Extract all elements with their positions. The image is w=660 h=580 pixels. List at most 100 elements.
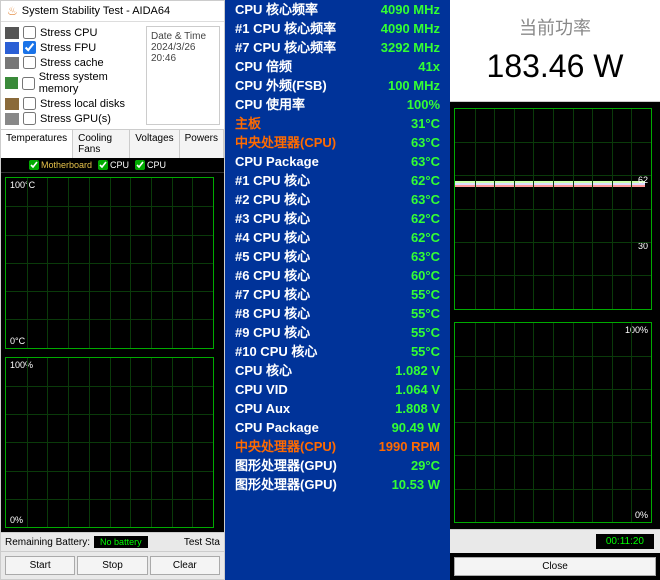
legend-cpu-2[interactable]: CPU [135, 160, 166, 170]
sensor-row: CPU 核心频率 4090 MHz [225, 0, 450, 19]
sensor-value: 63°C [411, 134, 440, 151]
stress-label: Stress cache [40, 57, 104, 69]
sensor-label: CPU 核心 [235, 362, 292, 379]
sensor-value: 55°C [411, 305, 440, 322]
legend-cpu[interactable]: CPU [98, 160, 129, 170]
sensor-row: 图形处理器(GPU) 10.53 W [225, 475, 450, 494]
sensor-label: #7 CPU 核心频率 [235, 39, 336, 56]
tab-temperatures[interactable]: Temperatures [1, 130, 73, 158]
sensor-row: CPU Package 90.49 W [225, 418, 450, 437]
stress-label: Stress system memory [39, 71, 140, 95]
sensor-label: #2 CPU 核心 [235, 191, 310, 208]
sensor-row: #7 CPU 核心 55°C [225, 285, 450, 304]
right-panel: 当前功率 183.46 W 62 30 100% 0% 00:11:20 Clo… [450, 0, 660, 580]
stress-checkbox[interactable] [23, 97, 36, 110]
sensor-label: 中央处理器(CPU) [235, 134, 336, 151]
sensor-label: #5 CPU 核心 [235, 248, 310, 265]
sensor-row: 中央处理器(CPU) 63°C [225, 133, 450, 152]
stress-option[interactable]: Stress FPU [5, 41, 140, 54]
sensor-value: 41x [418, 58, 440, 75]
sensor-row: CPU 外频(FSB) 100 MHz [225, 76, 450, 95]
clear-button[interactable]: Clear [150, 556, 220, 575]
sensor-row: #2 CPU 核心 63°C [225, 190, 450, 209]
sensor-value: 60°C [411, 267, 440, 284]
sensor-value: 62°C [411, 210, 440, 227]
close-button[interactable]: Close [454, 557, 656, 576]
sensor-label: 图形处理器(GPU) [235, 457, 337, 474]
sensor-value: 90.49 W [392, 419, 440, 436]
tab-powers[interactable]: Powers [180, 130, 224, 158]
sensor-row: #1 CPU 核心 62°C [225, 171, 450, 190]
sensor-row: #8 CPU 核心 55°C [225, 304, 450, 323]
sensor-value: 1.064 V [395, 381, 440, 398]
stress-icon [5, 27, 19, 39]
datetime-value: 2024/3/26 20:46 [151, 42, 215, 64]
stress-icon [5, 113, 19, 125]
y-top: 100% [10, 360, 33, 370]
sensor-row: 主板 31°C [225, 114, 450, 133]
sensor-label: #8 CPU 核心 [235, 305, 310, 322]
stress-option[interactable]: Stress local disks [5, 97, 140, 110]
stress-option[interactable]: Stress GPU(s) [5, 112, 140, 125]
marker-100: 100% [625, 325, 648, 335]
sensor-label: CPU Package [235, 153, 319, 170]
stop-button[interactable]: Stop [77, 556, 147, 575]
sensor-label: #9 CPU 核心 [235, 324, 310, 341]
battery-value: No battery [94, 536, 148, 548]
stress-checkbox[interactable] [23, 26, 36, 39]
power-label: 当前功率 [450, 14, 660, 40]
stress-checkbox[interactable] [23, 56, 36, 69]
sensor-label: #1 CPU 核心 [235, 172, 310, 189]
start-button[interactable]: Start [5, 556, 75, 575]
stress-checkbox[interactable] [23, 112, 36, 125]
tab-bar: Temperatures Cooling Fans Voltages Power… [1, 129, 224, 158]
stress-icon [5, 42, 19, 54]
sensor-label: CPU Aux [235, 400, 290, 417]
stress-checkbox[interactable] [22, 77, 35, 90]
power-value: 183.46 W [450, 48, 660, 85]
legend-motherboard[interactable]: Motherboard [29, 160, 92, 170]
sensor-label: CPU Package [235, 419, 319, 436]
sensor-value: 100 MHz [388, 77, 440, 94]
stress-label: Stress local disks [40, 98, 125, 110]
right-temperature-chart: 62 30 [454, 108, 652, 310]
chart-legend: Motherboard CPU CPU [1, 158, 224, 173]
sensor-label: CPU 使用率 [235, 96, 305, 113]
sensor-label: #6 CPU 核心 [235, 267, 310, 284]
sensor-row: #9 CPU 核心 55°C [225, 323, 450, 342]
stress-icon [5, 77, 18, 89]
sensor-row: #3 CPU 核心 62°C [225, 209, 450, 228]
aida64-window: ♨ System Stability Test - AIDA64 Stress … [0, 0, 225, 580]
usage-chart: 100% 0% [5, 357, 214, 529]
sensor-row: CPU 核心 1.082 V [225, 361, 450, 380]
sensor-value: 29°C [411, 457, 440, 474]
trace-line [455, 183, 645, 185]
stress-checkbox[interactable] [23, 41, 36, 54]
sensor-row: #7 CPU 核心频率 3292 MHz [225, 38, 450, 57]
tab-voltages[interactable]: Voltages [130, 130, 179, 158]
sensor-label: CPU VID [235, 381, 288, 398]
elapsed-timer: 00:11:20 [596, 534, 654, 549]
temperature-chart: 100°C 0°C [5, 177, 214, 349]
stress-option[interactable]: Stress cache [5, 56, 140, 69]
timer-bar: 00:11:20 [450, 529, 660, 553]
stress-label: Stress FPU [40, 42, 96, 54]
sensor-value: 1.082 V [395, 362, 440, 379]
stress-option[interactable]: Stress system memory [5, 71, 140, 95]
sensor-label: 中央处理器(CPU) [235, 438, 336, 455]
datetime-label: Date & Time [151, 31, 215, 42]
chart-area: Motherboard CPU CPU 100°C 0°C 100% 0% [1, 158, 224, 532]
sensor-value: 100% [407, 96, 440, 113]
tab-cooling-fans[interactable]: Cooling Fans [73, 130, 130, 158]
sensor-label: CPU 外频(FSB) [235, 77, 327, 94]
sensor-value: 62°C [411, 172, 440, 189]
sensor-label: #3 CPU 核心 [235, 210, 310, 227]
sensor-row: CPU Aux 1.808 V [225, 399, 450, 418]
sensor-value: 55°C [411, 343, 440, 360]
power-box: 当前功率 183.46 W [450, 0, 660, 102]
stress-option[interactable]: Stress CPU [5, 26, 140, 39]
sensor-label: CPU 倍频 [235, 58, 292, 75]
sensor-row: 图形处理器(GPU) 29°C [225, 456, 450, 475]
sensor-value: 3292 MHz [381, 39, 440, 56]
sensor-row: #1 CPU 核心频率 4090 MHz [225, 19, 450, 38]
